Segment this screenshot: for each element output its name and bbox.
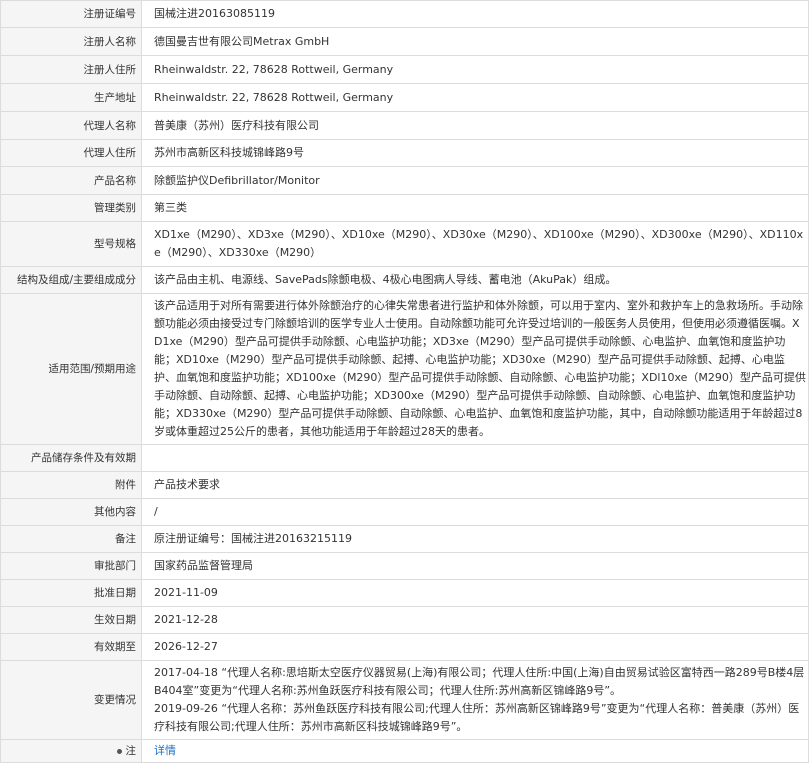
value-intended-use: 该产品适用于对所有需要进行体外除颤治疗的心律失常患者进行监护和体外除颤，可以用于… xyxy=(141,293,809,445)
value-structure: 该产品由主机、电源线、SavePads除颤电极、4极心电图病人导线、蓄电池（Ak… xyxy=(141,266,809,294)
value-storage xyxy=(141,444,809,472)
detail-rows: 注册证编号 国械注进20163085119 注册人名称 德国曼吉世有限公司Met… xyxy=(0,0,809,763)
row-change-history: 变更情况 2017-04-18 “代理人名称:思培斯太空医疗仪器贸易(上海)有限… xyxy=(0,660,809,740)
row-remark: 备注 原注册证编号：国械注进20163215119 xyxy=(0,525,809,553)
label-approval-dept: 审批部门 xyxy=(0,552,142,580)
row-registration-number: 注册证编号 国械注进20163085119 xyxy=(0,0,809,28)
value-note: 详情 xyxy=(141,739,809,763)
label-note: 注 xyxy=(0,739,142,763)
details-link[interactable]: 详情 xyxy=(154,744,176,757)
value-model-spec: XD1xe（M290）、XD3xe（M290）、XD10xe（M290）、XD3… xyxy=(141,221,809,267)
row-storage: 产品储存条件及有效期 xyxy=(0,444,809,472)
label-approval-date: 批准日期 xyxy=(0,579,142,607)
row-attachment: 附件 产品技术要求 xyxy=(0,471,809,499)
row-production-address: 生产地址 Rheinwaldstr. 22, 78628 Rottweil, G… xyxy=(0,83,809,112)
label-intended-use: 适用范围/预期用途 xyxy=(0,293,142,445)
label-management-category: 管理类别 xyxy=(0,194,142,222)
value-attachment: 产品技术要求 xyxy=(141,471,809,499)
value-agent-name: 普美康（苏州）医疗科技有限公司 xyxy=(141,111,809,140)
value-approval-date: 2021-11-09 xyxy=(141,579,809,607)
row-structure: 结构及组成/主要组成成分 该产品由主机、电源线、SavePads除颤电极、4极心… xyxy=(0,266,809,294)
change-entry: 2019-09-26 “代理人名称：苏州鱼跃医疗科技有限公司;代理人住所：苏州高… xyxy=(154,702,800,733)
value-remark: 原注册证编号：国械注进20163215119 xyxy=(141,525,809,553)
change-entry: 2017-04-18 “代理人名称:思培斯太空医疗仪器贸易(上海)有限公司；代理… xyxy=(154,666,805,697)
row-registrant-address: 注册人住所 Rheinwaldstr. 22, 78628 Rottweil, … xyxy=(0,55,809,84)
row-approval-date: 批准日期 2021-11-09 xyxy=(0,579,809,607)
bullet-icon xyxy=(116,748,122,754)
value-registration-number: 国械注进20163085119 xyxy=(141,0,809,28)
label-registration-number: 注册证编号 xyxy=(0,0,142,28)
label-remark: 备注 xyxy=(0,525,142,553)
label-product-name: 产品名称 xyxy=(0,166,142,195)
row-effective-date: 生效日期 2021-12-28 xyxy=(0,606,809,634)
row-agent-name: 代理人名称 普美康（苏州）医疗科技有限公司 xyxy=(0,111,809,140)
value-change-history: 2017-04-18 “代理人名称:思培斯太空医疗仪器贸易(上海)有限公司；代理… xyxy=(141,660,809,740)
value-management-category: 第三类 xyxy=(141,194,809,222)
label-other: 其他内容 xyxy=(0,498,142,526)
row-other: 其他内容 / xyxy=(0,498,809,526)
value-effective-date: 2021-12-28 xyxy=(141,606,809,634)
label-agent-name: 代理人名称 xyxy=(0,111,142,140)
value-other: / xyxy=(141,498,809,526)
row-model-spec: 型号规格 XD1xe（M290）、XD3xe（M290）、XD10xe（M290… xyxy=(0,221,809,267)
row-product-name: 产品名称 除颤监护仪Defibrillator/Monitor xyxy=(0,166,809,195)
label-model-spec: 型号规格 xyxy=(0,221,142,267)
value-registrant-name: 德国曼吉世有限公司Metrax GmbH xyxy=(141,27,809,56)
row-note: 注 详情 xyxy=(0,739,809,763)
label-change-history: 变更情况 xyxy=(0,660,142,740)
row-expiry-date: 有效期至 2026-12-27 xyxy=(0,633,809,661)
label-agent-address: 代理人住所 xyxy=(0,139,142,167)
label-expiry-date: 有效期至 xyxy=(0,633,142,661)
label-registrant-name: 注册人名称 xyxy=(0,27,142,56)
label-attachment: 附件 xyxy=(0,471,142,499)
value-production-address: Rheinwaldstr. 22, 78628 Rottweil, German… xyxy=(141,83,809,112)
note-label-text: 注 xyxy=(125,745,137,757)
value-approval-dept: 国家药品监督管理局 xyxy=(141,552,809,580)
row-management-category: 管理类别 第三类 xyxy=(0,194,809,222)
value-registrant-address: Rheinwaldstr. 22, 78628 Rottweil, German… xyxy=(141,55,809,84)
value-agent-address: 苏州市高新区科技城锦峰路9号 xyxy=(141,139,809,167)
row-agent-address: 代理人住所 苏州市高新区科技城锦峰路9号 xyxy=(0,139,809,167)
label-registrant-address: 注册人住所 xyxy=(0,55,142,84)
value-expiry-date: 2026-12-27 xyxy=(141,633,809,661)
label-storage: 产品储存条件及有效期 xyxy=(0,444,142,472)
registration-detail-table: 注册证编号 国械注进20163085119 注册人名称 德国曼吉世有限公司Met… xyxy=(0,0,809,763)
row-registrant-name: 注册人名称 德国曼吉世有限公司Metrax GmbH xyxy=(0,27,809,56)
label-production-address: 生产地址 xyxy=(0,83,142,112)
label-effective-date: 生效日期 xyxy=(0,606,142,634)
row-intended-use: 适用范围/预期用途 该产品适用于对所有需要进行体外除颤治疗的心律失常患者进行监护… xyxy=(0,293,809,445)
row-approval-dept: 审批部门 国家药品监督管理局 xyxy=(0,552,809,580)
label-structure: 结构及组成/主要组成成分 xyxy=(0,266,142,294)
value-product-name: 除颤监护仪Defibrillator/Monitor xyxy=(141,166,809,195)
